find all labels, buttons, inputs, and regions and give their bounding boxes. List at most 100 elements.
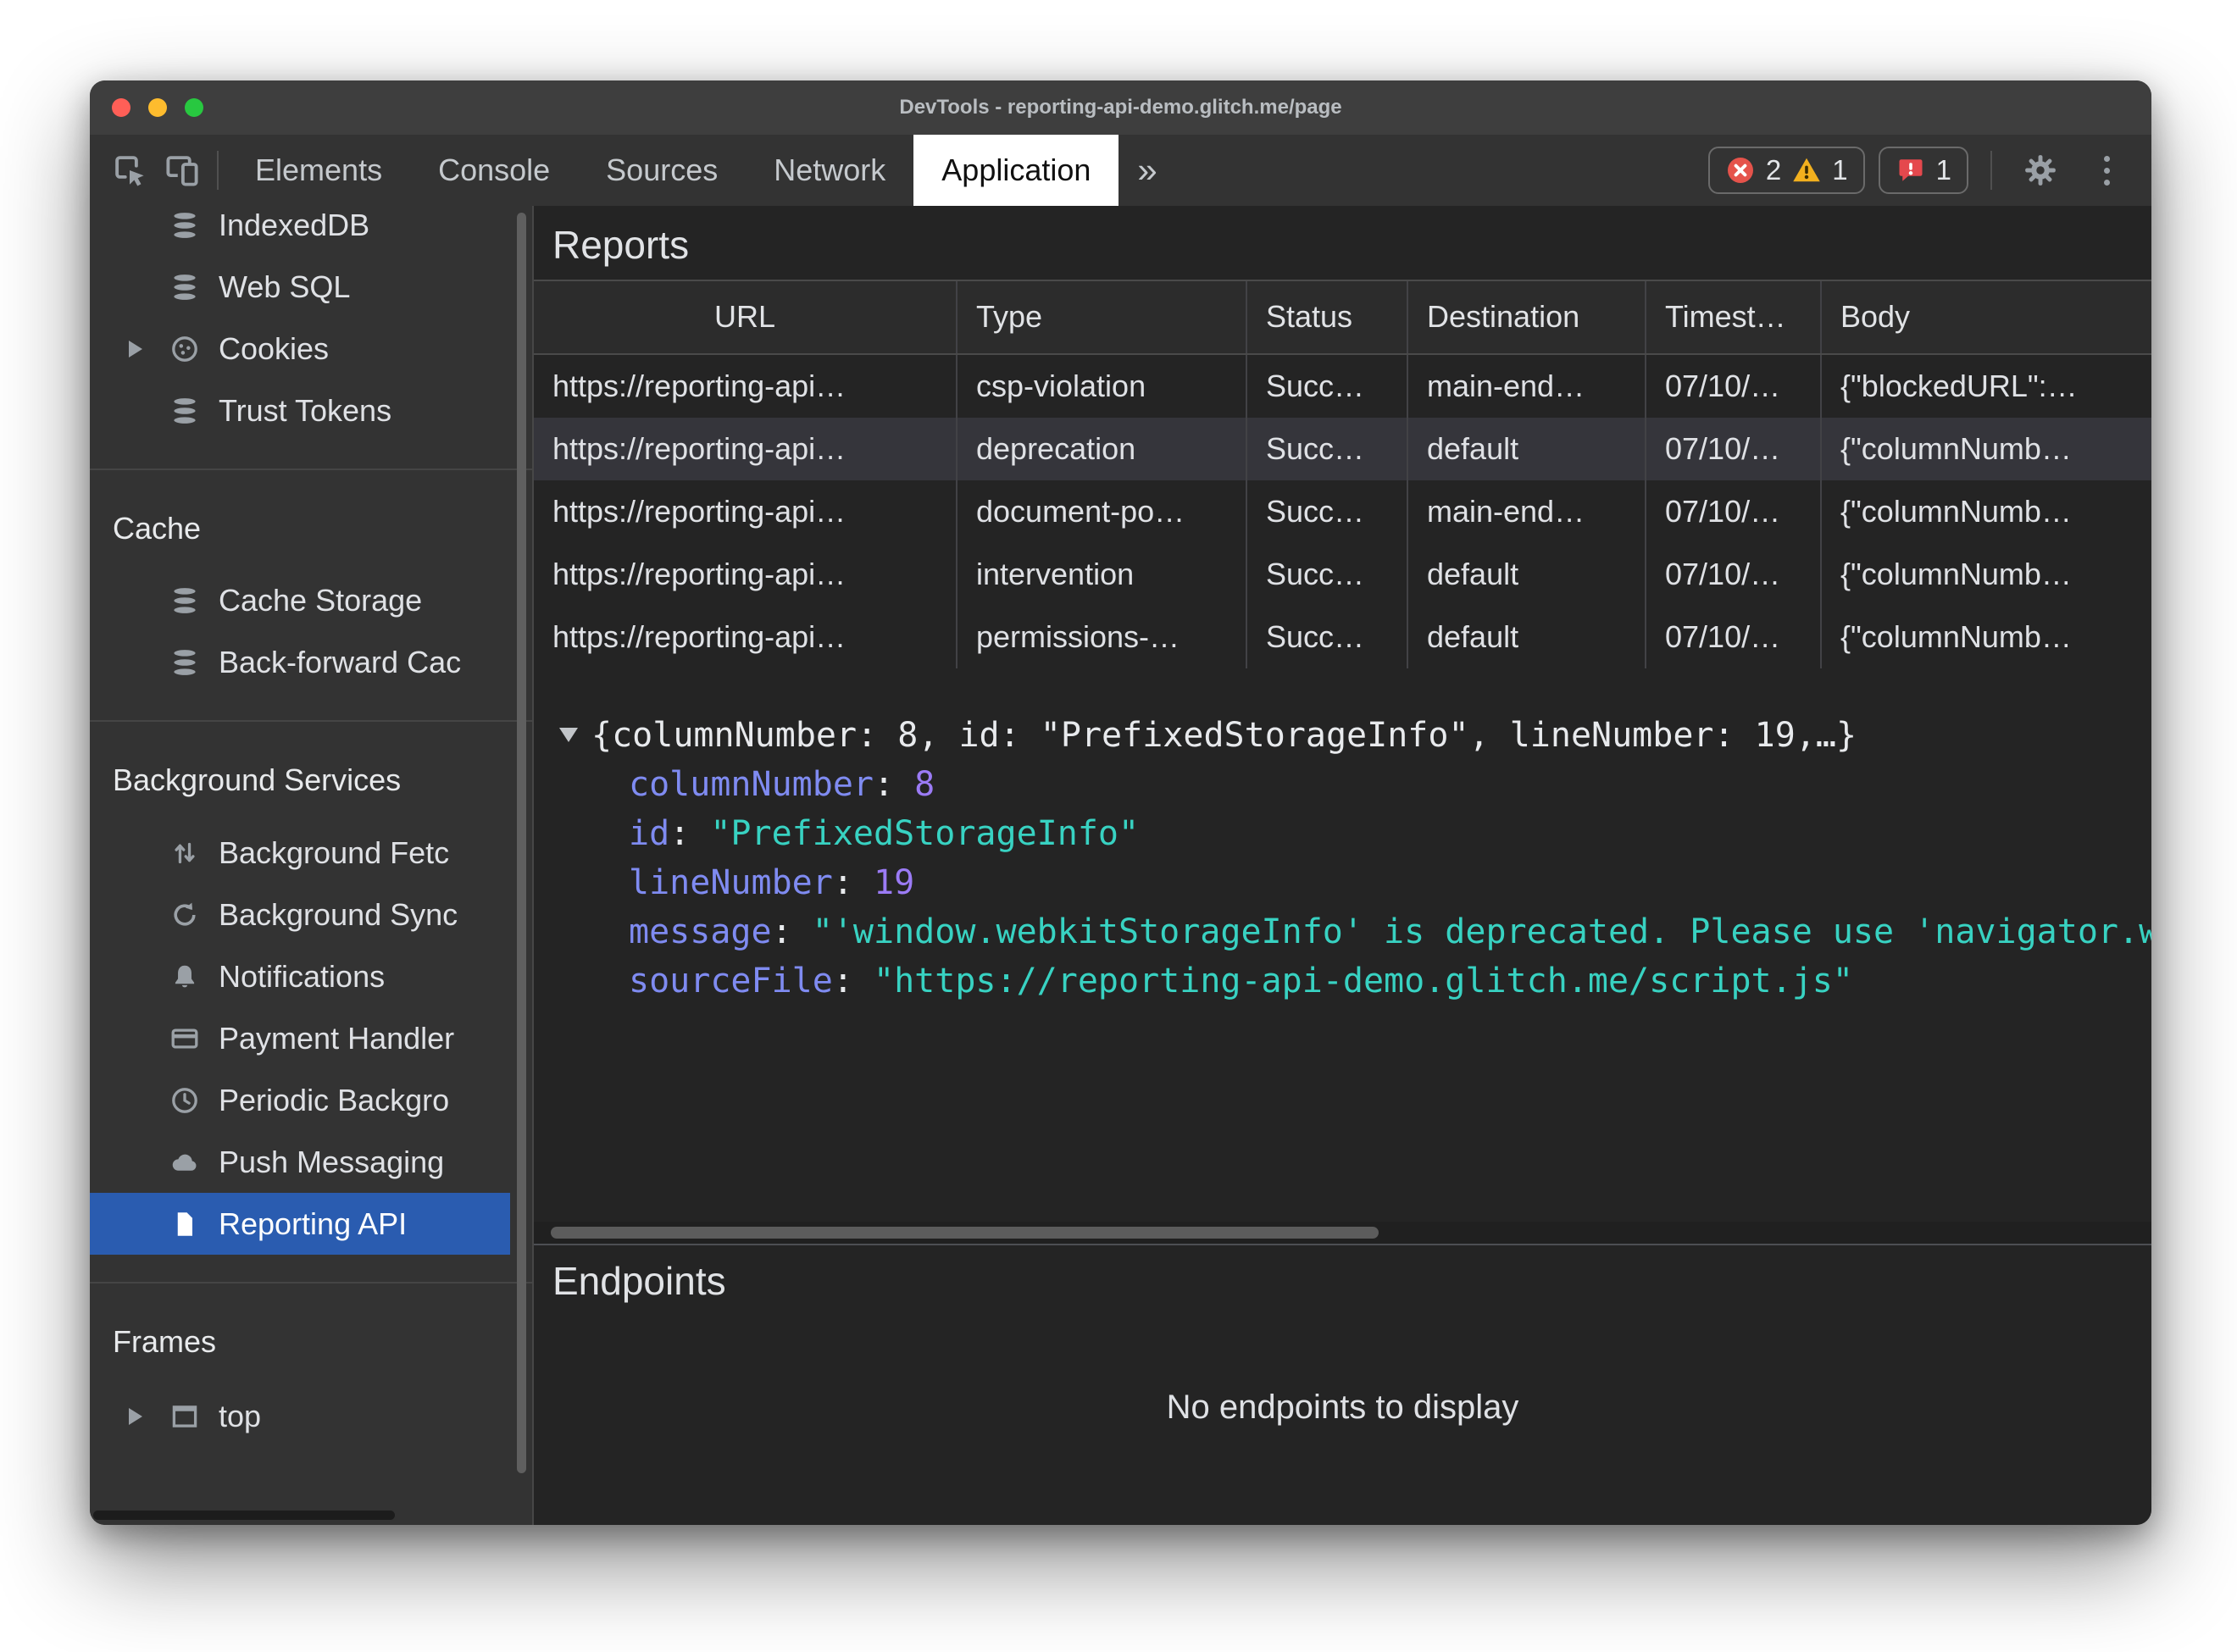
report-destination-cell: default	[1408, 417, 1646, 480]
sidebar-item-back-forward-cache[interactable]: Back-forward Cac	[90, 631, 532, 693]
column-header-body[interactable]: Body	[1822, 281, 2151, 353]
bell-icon	[169, 962, 200, 992]
frame-icon	[169, 1401, 200, 1432]
application-panel: IndexedDB Web SQL Cookies Trust Tokens C…	[90, 206, 2151, 1525]
report-type-cell: permissions-…	[958, 605, 1247, 668]
sidebar-group-frames: Frames	[113, 1323, 217, 1359]
reporting-api-view: Reports URL Type Status Destination Time…	[534, 206, 2151, 1525]
report-destination-cell: default	[1408, 605, 1646, 668]
background-sync-icon	[169, 900, 200, 930]
report-destination-cell: main-end…	[1408, 354, 1646, 418]
console-status-badge[interactable]: 2 1	[1707, 147, 1865, 194]
sidebar-item-indexeddb[interactable]: IndexedDB	[90, 206, 532, 256]
column-header-timestamp[interactable]: Timest…	[1646, 280, 1822, 353]
sidebar-divider	[90, 468, 532, 470]
report-timestamp-cell: 07/10/…	[1646, 354, 1822, 418]
report-row[interactable]: https://reporting-api… permissions-… Suc…	[534, 605, 2151, 668]
more-options-button[interactable]	[2080, 144, 2133, 197]
issues-icon	[1896, 155, 1926, 186]
report-status-cell: Succ…	[1247, 542, 1408, 606]
report-body-cell: {"columnNumb…	[1840, 618, 2072, 654]
kebab-menu-icon	[2103, 155, 2110, 186]
report-url-cell: https://reporting-api…	[534, 542, 958, 606]
zoom-window-button[interactable]	[185, 98, 203, 117]
toolbar-left-tools	[90, 135, 227, 206]
report-row[interactable]: https://reporting-api… document-po… Succ…	[534, 480, 2151, 543]
devtools-window: DevTools - reporting-api-demo.glitch.me/…	[90, 80, 2151, 1525]
sidebar-vertical-scrollbar[interactable]	[517, 213, 526, 1473]
sidebar-group-background-services: Background Services	[113, 762, 402, 797]
column-header-destination[interactable]: Destination	[1408, 280, 1646, 353]
database-icon	[169, 647, 200, 678]
sidebar-item-periodic-background-sync[interactable]: Periodic Backgro	[90, 1069, 532, 1131]
issues-badge[interactable]: 1	[1878, 147, 1968, 194]
sidebar-item-payment-handler[interactable]: Payment Handler	[90, 1007, 532, 1069]
report-timestamp-cell: 07/10/…	[1646, 417, 1822, 480]
device-toolbar-icon	[164, 152, 200, 188]
warning-icon	[1791, 155, 1822, 186]
tab-network[interactable]: Network	[746, 135, 913, 206]
sidebar-group-cache: Cache	[113, 510, 202, 546]
database-icon	[169, 272, 200, 302]
detail-property-row: message: "'window.webkitStorageInfo' is …	[629, 912, 2151, 951]
sidebar-item-reporting-api[interactable]: Reporting API	[90, 1193, 510, 1255]
sidebar-divider	[90, 1282, 532, 1283]
tab-sources[interactable]: Sources	[578, 135, 746, 206]
endpoints-empty-message: No endpoints to display	[1166, 1388, 1519, 1426]
report-url-cell: https://reporting-api…	[534, 417, 958, 480]
report-body-cell: {"columnNumb…	[1840, 493, 2072, 529]
detail-property-row: id: "PrefixedStorageInfo"	[629, 813, 1140, 853]
reports-section-title: Reports	[552, 223, 690, 267]
report-body-preview: {columnNumber: 8, id: "PrefixedStorageIn…	[591, 715, 1857, 755]
inspect-element-button[interactable]	[103, 144, 156, 197]
endpoints-section: Endpoints No endpoints to display	[534, 1245, 2151, 1525]
report-url-cell: https://reporting-api…	[534, 354, 958, 418]
tab-elements[interactable]: Elements	[227, 135, 410, 206]
sidebar-item-background-sync[interactable]: Background Sync	[90, 884, 532, 945]
expand-arrow-icon[interactable]	[129, 340, 142, 358]
report-body-cell: {"columnNumb…	[1840, 556, 2072, 591]
sidebar-item-top-frame[interactable]: top	[90, 1385, 532, 1447]
column-header-type[interactable]: Type	[958, 280, 1247, 353]
report-row[interactable]: https://reporting-api… intervention Succ…	[534, 542, 2151, 606]
document-icon	[169, 1209, 200, 1239]
cookie-icon	[169, 334, 200, 364]
window-title: DevTools - reporting-api-demo.glitch.me/…	[899, 96, 1342, 119]
close-window-button[interactable]	[112, 98, 130, 117]
toolbar-divider	[217, 151, 219, 190]
report-row[interactable]: https://reporting-api… csp-violation Suc…	[534, 354, 2151, 418]
settings-button[interactable]	[2014, 144, 2067, 197]
column-header-status[interactable]: Status	[1247, 280, 1408, 353]
reports-horizontal-scrollbar[interactable]	[534, 1221, 2151, 1245]
tab-application[interactable]: Application	[913, 135, 1119, 206]
device-toolbar-button[interactable]	[156, 144, 208, 197]
minimize-window-button[interactable]	[148, 98, 167, 117]
report-type-cell: deprecation	[958, 417, 1247, 480]
report-destination-cell: default	[1408, 542, 1646, 606]
more-tabs-button[interactable]: »	[1118, 135, 1175, 206]
error-count: 2	[1765, 154, 1782, 186]
sidebar-item-notifications[interactable]: Notifications	[90, 945, 532, 1007]
sidebar-item-cookies[interactable]: Cookies	[90, 318, 532, 380]
scrollbar-thumb[interactable]	[551, 1226, 1379, 1239]
tab-console[interactable]: Console	[410, 135, 578, 206]
sidebar-item-cache-storage[interactable]: Cache Storage	[90, 569, 532, 631]
sidebar-item-web-sql[interactable]: Web SQL	[90, 256, 532, 318]
report-type-cell: document-po…	[958, 480, 1247, 543]
report-body-cell: {"blockedURL":…	[1840, 368, 2078, 403]
toolbar-right-tools: 2 1 1	[1707, 135, 2151, 206]
report-status-cell: Succ…	[1247, 605, 1408, 668]
sidebar-item-background-fetch[interactable]: Background Fetc	[90, 822, 532, 884]
sidebar-item-trust-tokens[interactable]: Trust Tokens	[90, 380, 532, 441]
column-header-url[interactable]: URL	[534, 280, 958, 353]
sidebar-horizontal-scrollbar[interactable]	[93, 1511, 395, 1520]
report-timestamp-cell: 07/10/…	[1646, 605, 1822, 668]
sidebar-item-push-messaging[interactable]: Push Messaging	[90, 1131, 532, 1193]
report-url-cell: https://reporting-api…	[534, 605, 958, 668]
expand-arrow-icon[interactable]	[129, 1407, 142, 1425]
detail-property-row: lineNumber: 19	[629, 862, 915, 902]
collapse-toggle-icon[interactable]	[559, 728, 578, 743]
report-status-cell: Succ…	[1247, 417, 1408, 480]
report-row-selected[interactable]: https://reporting-api… deprecation Succ……	[534, 417, 2151, 480]
cloud-icon	[169, 1147, 200, 1178]
